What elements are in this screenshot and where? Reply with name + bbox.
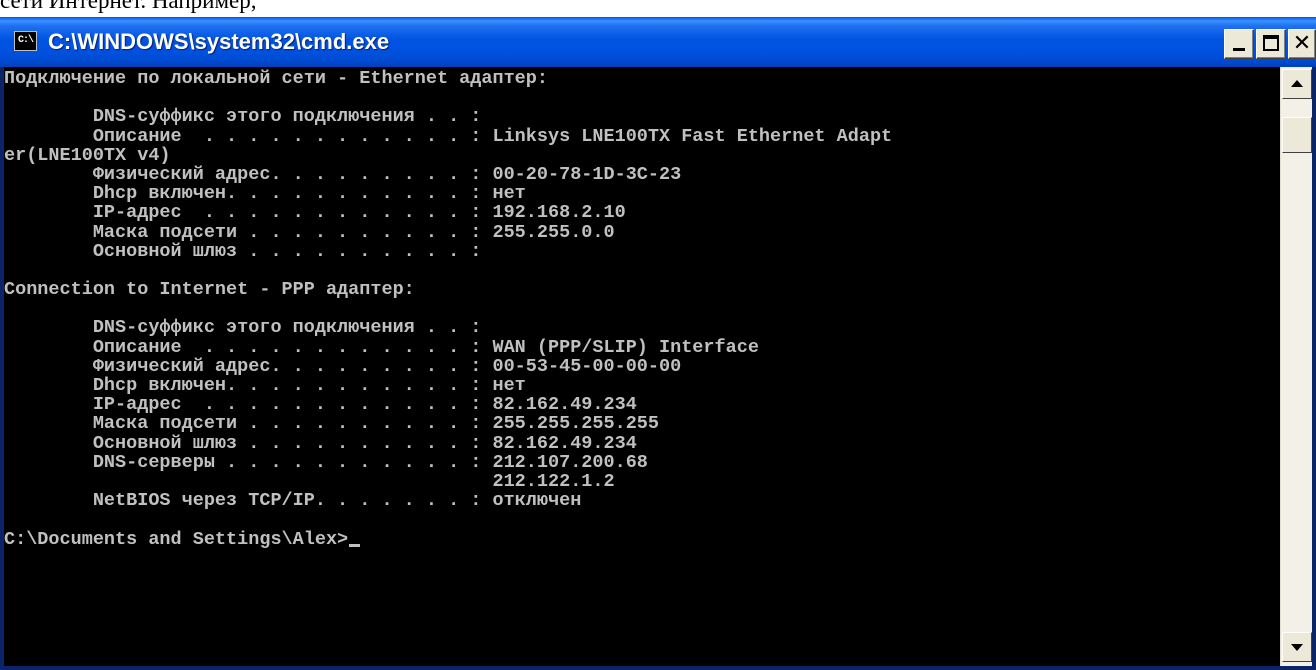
console-line-text: DNS-серверы . . . . . . . . . . . : 212.…: [4, 451, 648, 473]
console-line-text: Физический адрес. . . . . . . . . : 00-2…: [4, 163, 682, 185]
console-line-text: IP-адрес . . . . . . . . . . . . : 192.1…: [4, 202, 626, 224]
console-line-text: DNS-суффикс этого подключения . . :: [4, 317, 482, 339]
console-line: DNS-суффикс этого подключения . . :: [4, 318, 892, 337]
scroll-down-button[interactable]: [1282, 632, 1312, 662]
console-line: Описание . . . . . . . . . . . . : Links…: [4, 125, 893, 147]
minimize-icon: [1233, 48, 1245, 51]
console-line: Dhcp включен. . . . . . . . . . . : нет: [4, 376, 892, 395]
console-line: Основной шлюз . . . . . . . . . . : 82.1…: [4, 432, 892, 454]
command-prompt: C:\Documents and Settings\Alex>: [4, 528, 892, 550]
scroll-down-arrow-icon: [1291, 644, 1303, 651]
maximize-button[interactable]: [1256, 29, 1286, 59]
console-line: DNS-суффикс этого подключения . . :: [4, 107, 892, 126]
console-line-text: er(LNE100TX v4): [4, 144, 171, 166]
scroll-up-button[interactable]: [1282, 69, 1312, 99]
console-line: Маска подсети . . . . . . . . . . : 255.…: [4, 221, 892, 243]
console-line: Основной шлюз . . . . . . . . . . :: [4, 242, 892, 261]
console-line-text: Dhcp включен. . . . . . . . . . . : нет: [4, 375, 526, 396]
console-line: Dhcp включен. . . . . . . . . . . : нет: [4, 184, 892, 203]
maximize-icon: [1263, 35, 1279, 51]
console-line-text: Подключение по локальной сети - Ethernet…: [4, 68, 548, 89]
close-button[interactable]: ✕: [1288, 29, 1316, 59]
console-line: Описание . . . . . . . . . . . . : WAN (…: [4, 338, 892, 357]
vertical-scrollbar[interactable]: [1280, 67, 1312, 666]
console-line: IP-адрес . . . . . . . . . . . . : 82.16…: [4, 395, 892, 414]
document-text-above: сети Интернет. Например,: [0, 0, 257, 13]
console-line-text: Маска подсети . . . . . . . . . . : 255.…: [4, 221, 615, 243]
console-lines: Подключение по локальной сети - Ethernet…: [4, 69, 892, 549]
console-line: Подключение по локальной сети - Ethernet…: [4, 69, 892, 88]
scroll-up-arrow-icon: [1291, 80, 1303, 87]
window-title: C:\WINDOWS\system32\cmd.exe: [48, 29, 390, 54]
console-line: NetBIOS через TCP/IP. . . . . . . : откл…: [4, 491, 892, 510]
console-line-text: IP-адрес . . . . . . . . . . . . : 82.16…: [4, 394, 637, 416]
cmd-window: C:\ C:\WINDOWS\system32\cmd.exe ✕ Подклю…: [0, 17, 1316, 670]
console-output[interactable]: Подключение по локальной сети - Ethernet…: [4, 67, 1280, 666]
scroll-thumb[interactable]: [1282, 117, 1312, 153]
console-line-text: Физический адрес. . . . . . . . . : 00-5…: [4, 355, 682, 377]
title-bar[interactable]: C:\ C:\WINDOWS\system32\cmd.exe ✕: [0, 17, 1316, 67]
console-line-text: Connection to Internet - PPP адаптер:: [4, 279, 415, 301]
close-icon: ✕: [1292, 31, 1312, 56]
console-line: DNS-серверы . . . . . . . . . . . : 212.…: [4, 453, 892, 472]
console-line: Физический адрес. . . . . . . . . : 00-2…: [4, 165, 892, 184]
console-line-text: Dhcp включен. . . . . . . . . . . : нет: [4, 183, 526, 205]
console-line-text: DNS-суффикс этого подключения . . :: [4, 106, 482, 128]
console-line-text: Маска подсети . . . . . . . . . . : 255.…: [4, 413, 660, 435]
console-line-text: Описание . . . . . . . . . . . . : WAN (…: [4, 336, 759, 358]
console-line-text: Основной шлюз . . . . . . . . . . :: [4, 240, 482, 262]
console-line-text: Основной шлюз . . . . . . . . . . : 82.1…: [4, 432, 637, 454]
console-line: IP-адрес . . . . . . . . . . . . : 192.1…: [4, 203, 892, 222]
console-line-text: Описание . . . . . . . . . . . . : Links…: [4, 125, 893, 147]
console-line: 212.122.1.2: [4, 472, 892, 491]
console-line-text: 212.122.1.2: [4, 470, 615, 492]
console-line: Connection to Internet - PPP адаптер:: [4, 280, 892, 299]
console-line: Маска подсети . . . . . . . . . . : 255.…: [4, 414, 892, 433]
minimize-button[interactable]: [1224, 29, 1254, 59]
text-cursor: [349, 543, 361, 547]
console-line-text: NetBIOS через TCP/IP. . . . . . . : откл…: [4, 490, 582, 512]
console-line: Физический адрес. . . . . . . . . : 00-5…: [4, 357, 892, 376]
cmd-icon[interactable]: C:\: [14, 31, 37, 51]
console-line: er(LNE100TX v4): [4, 146, 892, 165]
prompt-text: C:\Documents and Settings\Alex>: [4, 528, 349, 550]
